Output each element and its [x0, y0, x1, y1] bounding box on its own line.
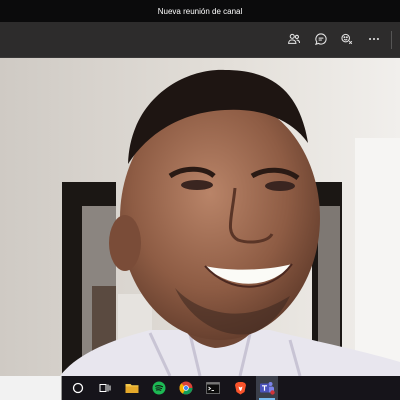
toolbar-divider — [391, 31, 392, 49]
circle-icon — [72, 382, 84, 394]
emoji-icon — [341, 33, 353, 45]
spotify-button[interactable] — [148, 376, 170, 400]
cortana-button[interactable] — [67, 376, 89, 400]
chat-bubble-icon — [315, 33, 327, 46]
teams-icon — [260, 382, 275, 395]
folder-icon — [125, 384, 139, 393]
taskbar — [0, 376, 400, 400]
file-explorer-button[interactable] — [121, 376, 143, 400]
window-title: Nueva reunión de canal — [157, 6, 243, 16]
meeting-toolbar — [0, 22, 400, 58]
chrome-icon — [179, 381, 193, 395]
people-icon — [288, 33, 301, 44]
terminal-button[interactable] — [202, 376, 224, 400]
participant-video — [0, 58, 400, 376]
task-view-icon — [99, 384, 111, 392]
participants-button[interactable] — [284, 29, 304, 49]
chat-button[interactable] — [311, 29, 331, 49]
task-view-button[interactable] — [94, 376, 116, 400]
title-bar: Nueva reunión de canal — [0, 0, 400, 22]
more-options-button[interactable] — [364, 29, 384, 49]
brave-button[interactable] — [229, 376, 251, 400]
chrome-button[interactable] — [175, 376, 197, 400]
terminal-icon — [206, 382, 220, 394]
taskbar-search-box[interactable] — [0, 376, 62, 400]
reactions-button[interactable] — [337, 29, 357, 49]
video-frame — [0, 58, 400, 376]
brave-icon — [234, 382, 246, 395]
spotify-icon — [152, 381, 166, 395]
teams-button[interactable] — [256, 376, 278, 400]
ellipsis-icon — [369, 37, 379, 41]
